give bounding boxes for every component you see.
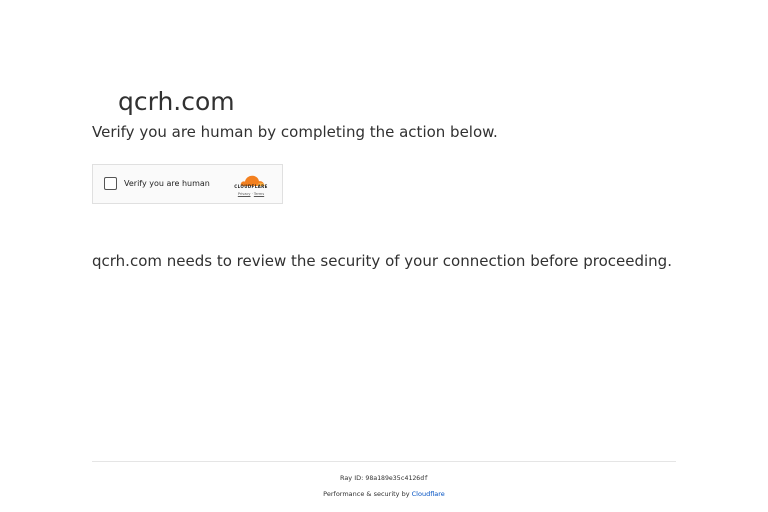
ray-id: Ray ID: 98a189e35c4126df <box>92 473 676 483</box>
terms-link[interactable]: Terms <box>254 192 264 196</box>
verify-checkbox-label[interactable]: Verify you are human <box>124 178 210 190</box>
challenge-page: qcrh.com Verify you are human by complet… <box>0 0 768 512</box>
widget-links: Privacy · Terms <box>228 192 274 197</box>
ray-id-label: Ray ID: <box>339 474 366 482</box>
security-message: qcrh.com needs to review the security of… <box>92 252 672 270</box>
cloudflare-link[interactable]: Cloudflare <box>412 490 445 498</box>
ray-id-value: 98a189e35c4126df <box>365 474 429 482</box>
challenge-instruction: Verify you are human by completing the a… <box>92 123 498 141</box>
footer-divider <box>92 461 676 462</box>
turnstile-widget: Verify you are human CLOUDFLARE Privacy … <box>92 164 283 204</box>
cloudflare-wordmark: CLOUDFLARE <box>234 184 268 189</box>
performance-prefix: Performance & security by <box>323 490 412 498</box>
verify-checkbox[interactable] <box>104 177 117 190</box>
privacy-link[interactable]: Privacy <box>238 192 251 196</box>
site-title: qcrh.com <box>118 87 235 116</box>
performance-security-line: Performance & security by Cloudflare <box>92 489 676 499</box>
